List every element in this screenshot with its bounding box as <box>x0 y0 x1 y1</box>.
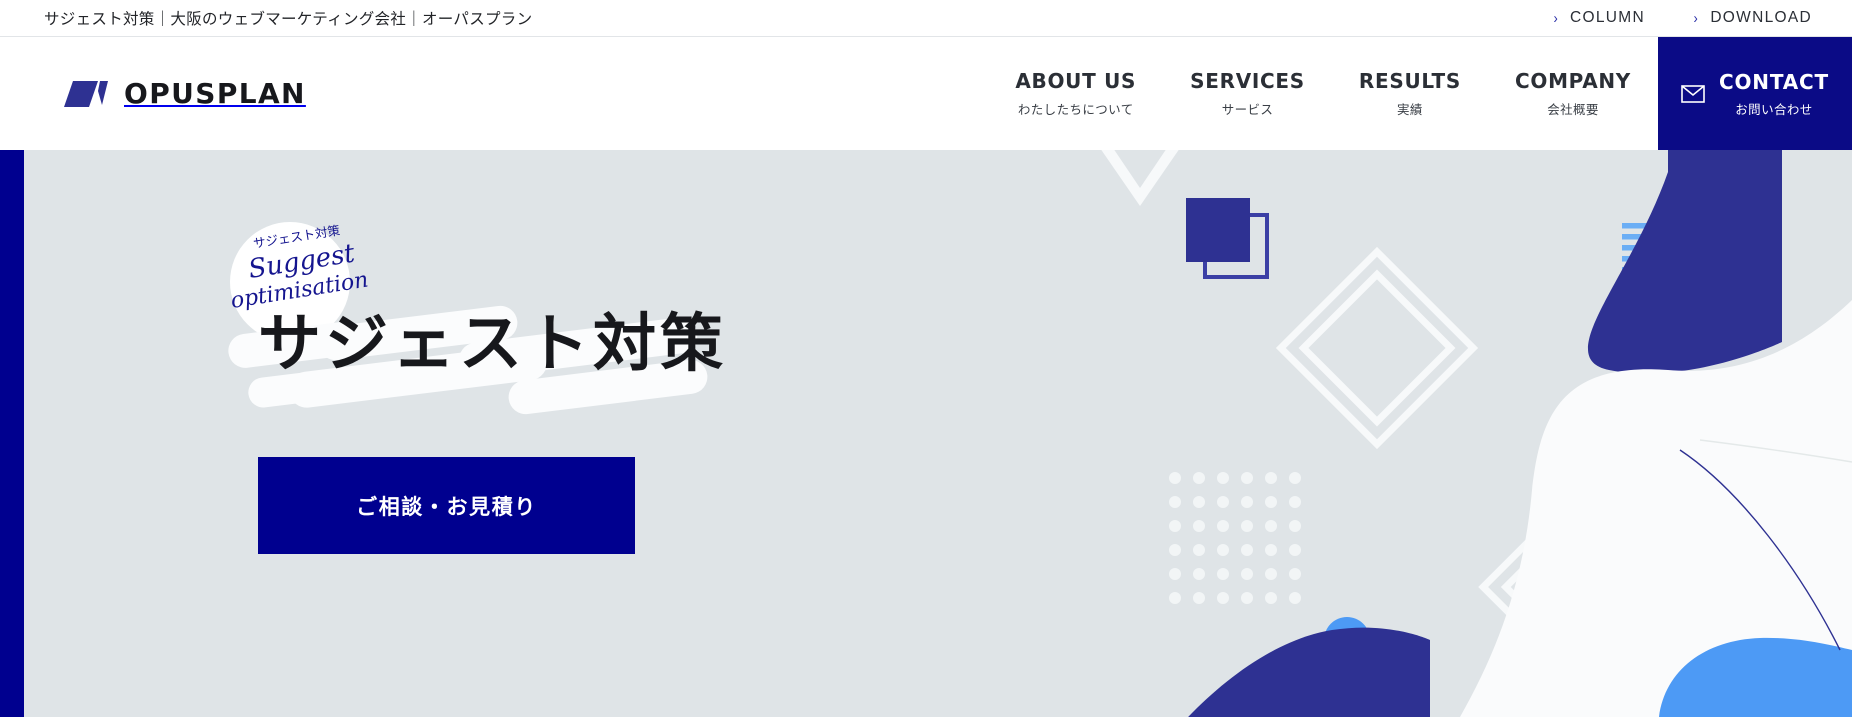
contact-button[interactable]: CONTACT お問い合わせ <box>1658 37 1852 150</box>
hero-section: サジェスト対策 Suggest optimisation サジェスト対策 ご相談… <box>0 150 1852 717</box>
contact-button-en: CONTACT <box>1719 69 1829 94</box>
nav-item-services[interactable]: SERVICES サービス <box>1163 37 1332 150</box>
hero-headline-wrap: サジェスト対策 <box>226 303 727 417</box>
chevron-right-icon: › <box>1553 9 1559 27</box>
hero-cta-label: ご相談・お見積り <box>356 495 537 519</box>
nav-item-results-ja: 実績 <box>1397 102 1423 117</box>
filled-square-shape <box>1186 198 1250 262</box>
nav-item-company[interactable]: COMPANY 会社概要 <box>1488 37 1658 150</box>
wave-indigo-top <box>1588 150 1782 374</box>
envelope-icon <box>1681 84 1705 103</box>
logo-text: OPUSPLAN <box>124 77 306 110</box>
top-utility-bar: サジェスト対策｜大阪のウェブマーケティング会社｜オーパスプラン › COLUMN… <box>0 0 1852 37</box>
nav-item-about-us-ja: わたしたちについて <box>1017 102 1134 117</box>
site-header: OPUSPLAN ABOUT US わたしたちについて SERVICES サービ… <box>0 37 1852 150</box>
hero-headline: サジェスト対策 <box>258 307 727 380</box>
opusplan-logo-mark <box>64 80 108 107</box>
nav-item-company-ja: 会社概要 <box>1547 102 1599 117</box>
contact-button-ja: お問い合わせ <box>1735 102 1813 117</box>
nav-item-company-en: COMPANY <box>1514 68 1631 93</box>
nav-item-services-ja: サービス <box>1221 102 1274 117</box>
top-link-download[interactable]: › DOWNLOAD <box>1693 9 1812 27</box>
nav-item-about-us[interactable]: ABOUT US わたしたちについて <box>988 37 1163 150</box>
chevron-right-icon: › <box>1693 9 1699 27</box>
nav-item-results-en: RESULTS <box>1358 68 1461 93</box>
nav-item-about-us-en: ABOUT US <box>1015 68 1137 93</box>
main-nav: ABOUT US わたしたちについて SERVICES サービス RESULTS… <box>988 37 1852 150</box>
dot-grid-shape <box>1169 472 1301 604</box>
double-diamond-shape <box>1275 246 1479 450</box>
nav-item-results[interactable]: RESULTS 実績 <box>1332 37 1488 150</box>
top-link-column-label: COLUMN <box>1570 9 1646 26</box>
wave-indigo-bottom <box>1188 627 1430 717</box>
white-chevron-icon <box>1101 150 1179 206</box>
top-links: › COLUMN › DOWNLOAD <box>1553 9 1812 27</box>
top-link-column[interactable]: › COLUMN <box>1553 9 1645 27</box>
hero-cta-button[interactable]: ご相談・お見積り <box>258 457 635 554</box>
top-link-download-label: DOWNLOAD <box>1710 9 1812 26</box>
logo[interactable]: OPUSPLAN <box>64 77 306 110</box>
site-title: サジェスト対策｜大阪のウェブマーケティング会社｜オーパスプラン <box>44 11 533 28</box>
hero-copy: サジェスト対策 Suggest optimisation サジェスト対策 <box>226 222 727 417</box>
nav-item-services-en: SERVICES <box>1190 68 1305 93</box>
